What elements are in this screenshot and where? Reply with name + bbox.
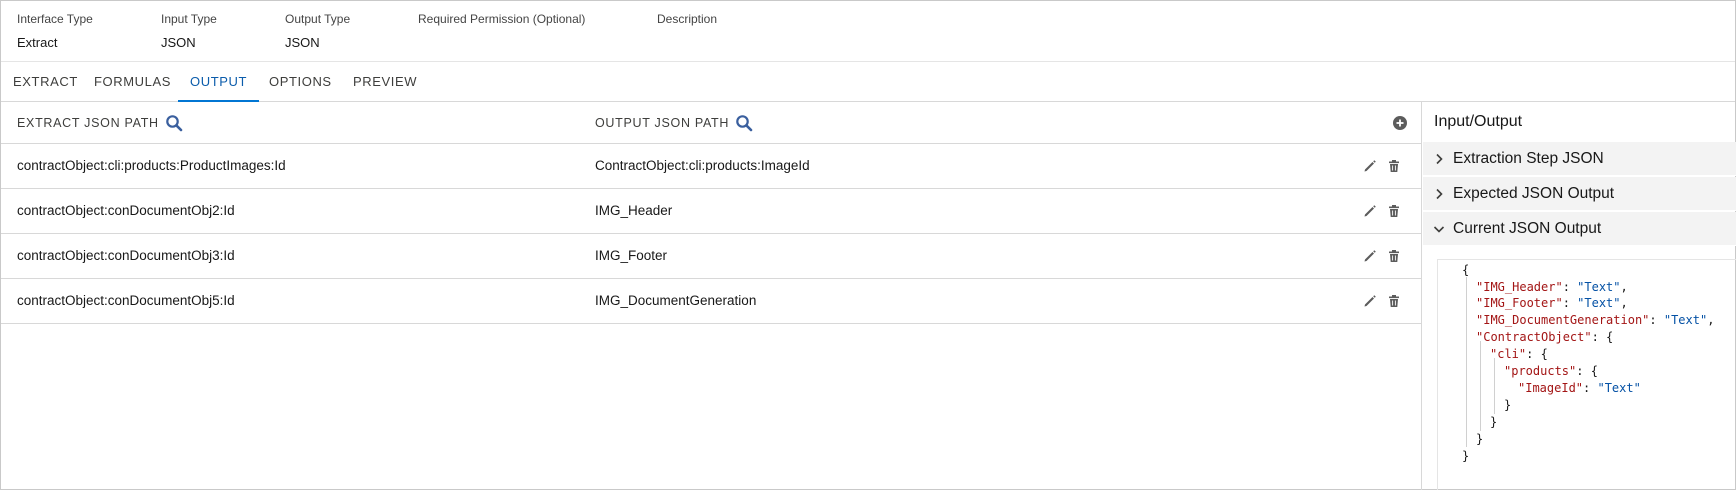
json-key: "ContractObject" <box>1476 330 1592 344</box>
table-row: contractObject:cli:products:ProductImage… <box>1 144 1421 189</box>
extract-path-cell: contractObject:conDocumentObj5:Id <box>17 293 235 308</box>
chevron-down-icon <box>1433 226 1445 233</box>
trash-icon[interactable] <box>1387 294 1401 308</box>
json-string: "Text" <box>1597 381 1641 395</box>
interface-type-label: Interface Type <box>17 12 93 26</box>
output-path-column-label: OUTPUT JSON PATH <box>595 116 730 130</box>
json-line: "IMG_Footer": "Text", <box>1476 296 1628 310</box>
chevron-right-icon <box>1436 153 1443 165</box>
output-path-cell: IMG_DocumentGeneration <box>595 293 757 308</box>
json-line: } <box>1462 448 1469 465</box>
trash-icon[interactable] <box>1387 249 1401 263</box>
description-field: Description <box>657 12 717 35</box>
json-line: "IMG_Header": "Text", <box>1476 280 1628 294</box>
extract-path-cell: contractObject:cli:products:ProductImage… <box>17 158 286 173</box>
interface-type-field: Interface Type Extract <box>17 12 93 50</box>
json-line: } <box>1504 398 1512 412</box>
search-icon[interactable] <box>735 114 753 132</box>
data-mapper-window: Interface Type Extract Input Type JSON O… <box>0 0 1736 490</box>
output-path-cell: ContractObject:cli:products:ImageId <box>595 158 810 173</box>
accordion-expected-json-output[interactable]: Expected JSON Output <box>1423 177 1736 211</box>
pencil-icon[interactable] <box>1363 294 1377 308</box>
accordion-label: Extraction Step JSON <box>1453 150 1604 167</box>
trash-icon[interactable] <box>1387 159 1401 173</box>
add-icon[interactable] <box>1392 115 1408 131</box>
accordion-label: Expected JSON Output <box>1453 185 1615 202</box>
json-string: "Text" <box>1577 280 1621 294</box>
json-key: "ImageId" <box>1518 381 1584 395</box>
tab-preview[interactable]: PREVIEW <box>353 62 417 102</box>
json-line: "IMG_DocumentGeneration": "Text", <box>1476 313 1715 327</box>
input-type-label: Input Type <box>161 12 217 26</box>
accordion-label: Current JSON Output <box>1453 220 1602 237</box>
chevron-right-icon <box>1436 188 1443 200</box>
description-label: Description <box>657 12 718 26</box>
pencil-icon[interactable] <box>1363 204 1377 218</box>
output-type-label: Output Type <box>285 12 351 26</box>
json-line: "products": { <box>1504 364 1598 378</box>
tab-options[interactable]: OPTIONS <box>269 62 332 102</box>
output-path-cell: IMG_Header <box>595 203 673 218</box>
pencil-icon[interactable] <box>1363 159 1377 173</box>
extract-path-cell: contractObject:conDocumentObj2:Id <box>17 203 235 218</box>
json-line: "ContractObject": { <box>1476 330 1614 344</box>
json-key: "IMG_DocumentGeneration" <box>1476 313 1650 327</box>
tab-formulas[interactable]: FORMULAS <box>94 62 171 102</box>
output-type-value: JSON <box>285 35 320 50</box>
json-line: "ImageId": "Text" <box>1518 381 1641 395</box>
interface-type-value: Extract <box>17 35 58 50</box>
table-row: contractObject:conDocumentObj5:Id IMG_Do… <box>1 279 1421 324</box>
json-key: "cli" <box>1490 347 1527 361</box>
interface-info-bar: Interface Type Extract Input Type JSON O… <box>1 1 1735 61</box>
trash-icon[interactable] <box>1387 204 1401 218</box>
json-string: "Text" <box>1663 313 1708 327</box>
extract-path-cell: contractObject:conDocumentObj3:Id <box>17 248 235 263</box>
table-row: contractObject:conDocumentObj2:Id IMG_He… <box>1 189 1421 234</box>
output-type-field: Output Type JSON <box>285 12 350 50</box>
panel-title: Input/Output <box>1434 113 1523 130</box>
accordion-current-json-output[interactable]: Current JSON Output <box>1423 212 1736 246</box>
output-mapping-table: EXTRACT JSON PATH OUTPUT JSON PATH contr… <box>1 102 1422 490</box>
json-line: } <box>1490 415 1498 429</box>
input-output-panel: Input/Output Extraction Step JSON Expect… <box>1423 102 1736 490</box>
extract-path-column-header: EXTRACT JSON PATH <box>17 102 183 144</box>
table-header: EXTRACT JSON PATH OUTPUT JSON PATH <box>1 102 1421 144</box>
json-string: "Text" <box>1577 296 1621 310</box>
output-path-cell: IMG_Footer <box>595 248 668 263</box>
input-type-field: Input Type JSON <box>161 12 217 50</box>
json-key: "products" <box>1504 364 1577 378</box>
input-type-value: JSON <box>161 35 196 50</box>
json-line: { <box>1462 262 1469 279</box>
indent-guide <box>1494 358 1495 414</box>
json-brace: { <box>1462 263 1470 277</box>
tab-extract[interactable]: EXTRACT <box>13 62 78 102</box>
json-line: } <box>1476 432 1484 446</box>
pencil-icon[interactable] <box>1363 249 1377 263</box>
extract-path-column-label: EXTRACT JSON PATH <box>17 116 159 130</box>
table-row: contractObject:conDocumentObj3:Id IMG_Fo… <box>1 234 1421 279</box>
json-key: "IMG_Footer" <box>1476 296 1563 310</box>
search-icon[interactable] <box>165 114 183 132</box>
tab-bar: EXTRACT FORMULAS OUTPUT OPTIONS PREVIEW <box>1 61 1735 102</box>
indent-guide <box>1466 277 1467 447</box>
json-brace: } <box>1462 449 1470 463</box>
json-key: "IMG_Header" <box>1476 280 1563 294</box>
output-path-column-header: OUTPUT JSON PATH <box>595 102 753 144</box>
indent-guide <box>1480 341 1481 431</box>
required-permission-field: Required Permission (Optional) <box>418 12 585 35</box>
json-line: "cli": { <box>1490 347 1548 361</box>
tab-output[interactable]: OUTPUT <box>178 62 260 102</box>
required-permission-label: Required Permission (Optional) <box>418 12 586 26</box>
accordion-extraction-step-json[interactable]: Extraction Step JSON <box>1423 142 1736 176</box>
current-json-output-viewer: { "IMG_Header": "Text", "IMG_Footer": "T… <box>1437 259 1736 490</box>
